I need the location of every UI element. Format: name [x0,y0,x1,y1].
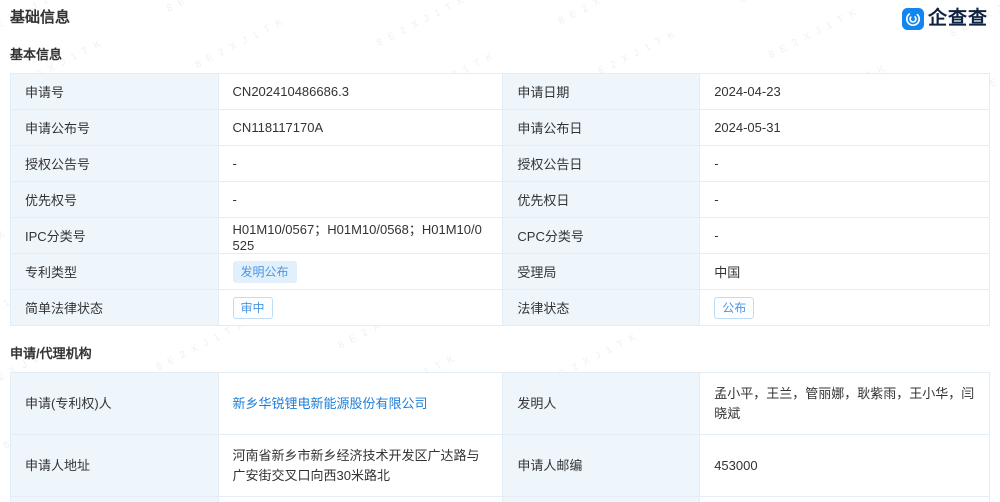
table-row: IPC分类号 H01M10/0567；H01M10/0568；H01M10/05… [10,217,990,254]
qichacha-brand-name: 企查查 [927,8,988,29]
value-publication-number: CN118117170A [217,109,504,146]
patent-type-badge: 发明公布 [232,260,297,283]
value-applicant: 新乡华锐锂电新能源股份有限公司 [217,372,504,435]
value-priority-date: - [699,181,990,218]
label-grant-announce-number: 授权公告号 [10,145,219,182]
table-row: 代理机构 新乡市平原智汇知识产权代理事务所(普通合伙) 代理人 杨杰 [10,496,990,502]
legal-status-badge: 公布 [714,296,755,319]
value-agent: 杨杰 [699,496,990,502]
value-applicant-address: 河南省新乡市新乡经济技术开发区广达路与广安街交叉口向西30米路北 [217,434,504,497]
value-applicant-postcode: 453000 [699,434,990,497]
simple-legal-status-badge: 审中 [232,296,273,319]
value-agency: 新乡市平原智汇知识产权代理事务所(普通合伙) [217,496,504,502]
value-cpc-class: - [699,217,990,254]
table-row: 申请号 CN202410486686.3 申请日期 2024-04-23 [10,73,990,110]
label-agency: 代理机构 [10,496,219,502]
value-grant-announce-date: - [699,145,990,182]
section-title-basic-info: 基本信息 [10,47,63,62]
label-applicant-address: 申请人地址 [10,434,219,497]
value-priority-number: - [217,181,504,218]
value-grant-announce-number: - [217,145,504,182]
label-cpc-class: CPC分类号 [502,217,701,254]
label-accepting-office: 受理局 [502,253,701,290]
label-patent-type: 专利类型 [10,253,219,290]
label-simple-legal-status: 简单法律状态 [10,289,219,326]
qichacha-logo[interactable]: 企查查 [901,8,988,30]
label-grant-announce-date: 授权公告日 [502,145,701,182]
patent-detail-page: 8E2XJ1TK 8E2XJ1TK 8E2XJ1TK 8E2XJ1TK 8E2XJ1TK… [0,0,1000,502]
table-row: 简单法律状态 审中 法律状态 公布 [10,289,990,326]
label-publication-number: 申请公布号 [10,109,219,146]
table-row: 授权公告号 - 授权公告日 - [10,145,990,182]
table-row: 申请(专利权)人 新乡华锐锂电新能源股份有限公司 发明人 孟小平，王兰，管丽娜，… [10,372,990,435]
value-patent-type: 发明公布 [217,253,504,290]
page-header: 基础信息 企查查 [0,0,1000,30]
table-row: 优先权号 - 优先权日 - [10,181,990,218]
agency-info-table: 申请(专利权)人 新乡华锐锂电新能源股份有限公司 发明人 孟小平，王兰，管丽娜，… [10,372,990,502]
basic-info-table: 申请号 CN202410486686.3 申请日期 2024-04-23 申请公… [10,73,990,326]
qichacha-logo-icon [901,8,924,30]
value-accepting-office: 中国 [699,253,990,290]
value-inventors: 孟小平，王兰，管丽娜，耿紫雨，王小华，闫晓斌 [699,372,990,435]
value-ipc-class: H01M10/0567；H01M10/0568；H01M10/0525 [217,217,504,254]
section-title-agency: 申请/代理机构 [10,346,92,361]
value-application-date: 2024-04-23 [699,73,990,110]
table-row: 申请人地址 河南省新乡市新乡经济技术开发区广达路与广安街交叉口向西30米路北 申… [10,434,990,497]
label-legal-status: 法律状态 [502,289,701,326]
table-row: 专利类型 发明公布 受理局 中国 [10,253,990,290]
value-application-number: CN202410486686.3 [217,73,504,110]
label-priority-date: 优先权日 [502,181,701,218]
value-publication-date: 2024-05-31 [699,109,990,146]
applicant-company-link[interactable]: 新乡华锐锂电新能源股份有限公司 [233,396,428,411]
label-applicant: 申请(专利权)人 [10,372,219,435]
page-title: 基础信息 [10,9,71,26]
label-application-date: 申请日期 [502,73,701,110]
table-row: 申请公布号 CN118117170A 申请公布日 2024-05-31 [10,109,990,146]
value-simple-legal-status: 审中 [217,289,504,326]
label-publication-date: 申请公布日 [502,109,701,146]
label-applicant-postcode: 申请人邮编 [502,434,701,497]
label-agent: 代理人 [502,496,701,502]
label-application-number: 申请号 [10,73,219,110]
label-inventors: 发明人 [502,372,701,435]
value-legal-status: 公布 [699,289,990,326]
label-priority-number: 优先权号 [10,181,219,218]
label-ipc-class: IPC分类号 [10,217,219,254]
